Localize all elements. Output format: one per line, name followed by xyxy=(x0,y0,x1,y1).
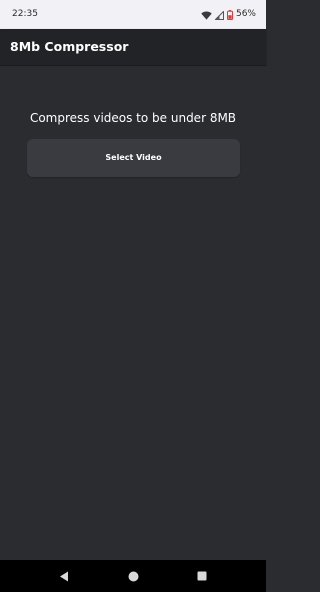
app-bar: 8Mb Compressor xyxy=(0,29,266,66)
home-icon[interactable] xyxy=(126,569,140,583)
cellular-signal-icon xyxy=(214,5,224,24)
select-video-button[interactable]: Select Video xyxy=(27,139,240,177)
app-title: 8Mb Compressor xyxy=(10,39,129,54)
status-icons: 56% xyxy=(201,8,256,20)
battery-low-icon xyxy=(226,5,233,24)
navigation-bar xyxy=(0,560,266,592)
status-bar: 22:35 56% xyxy=(0,0,266,29)
main-content: Compress videos to be under 8MB Select V… xyxy=(0,66,266,560)
battery-percent: 56% xyxy=(235,8,256,19)
back-icon[interactable] xyxy=(57,569,71,583)
recents-icon[interactable] xyxy=(195,569,209,583)
status-time: 22:35 xyxy=(12,9,38,19)
wifi-icon xyxy=(201,5,212,24)
headline: Compress videos to be under 8MB xyxy=(29,111,237,125)
